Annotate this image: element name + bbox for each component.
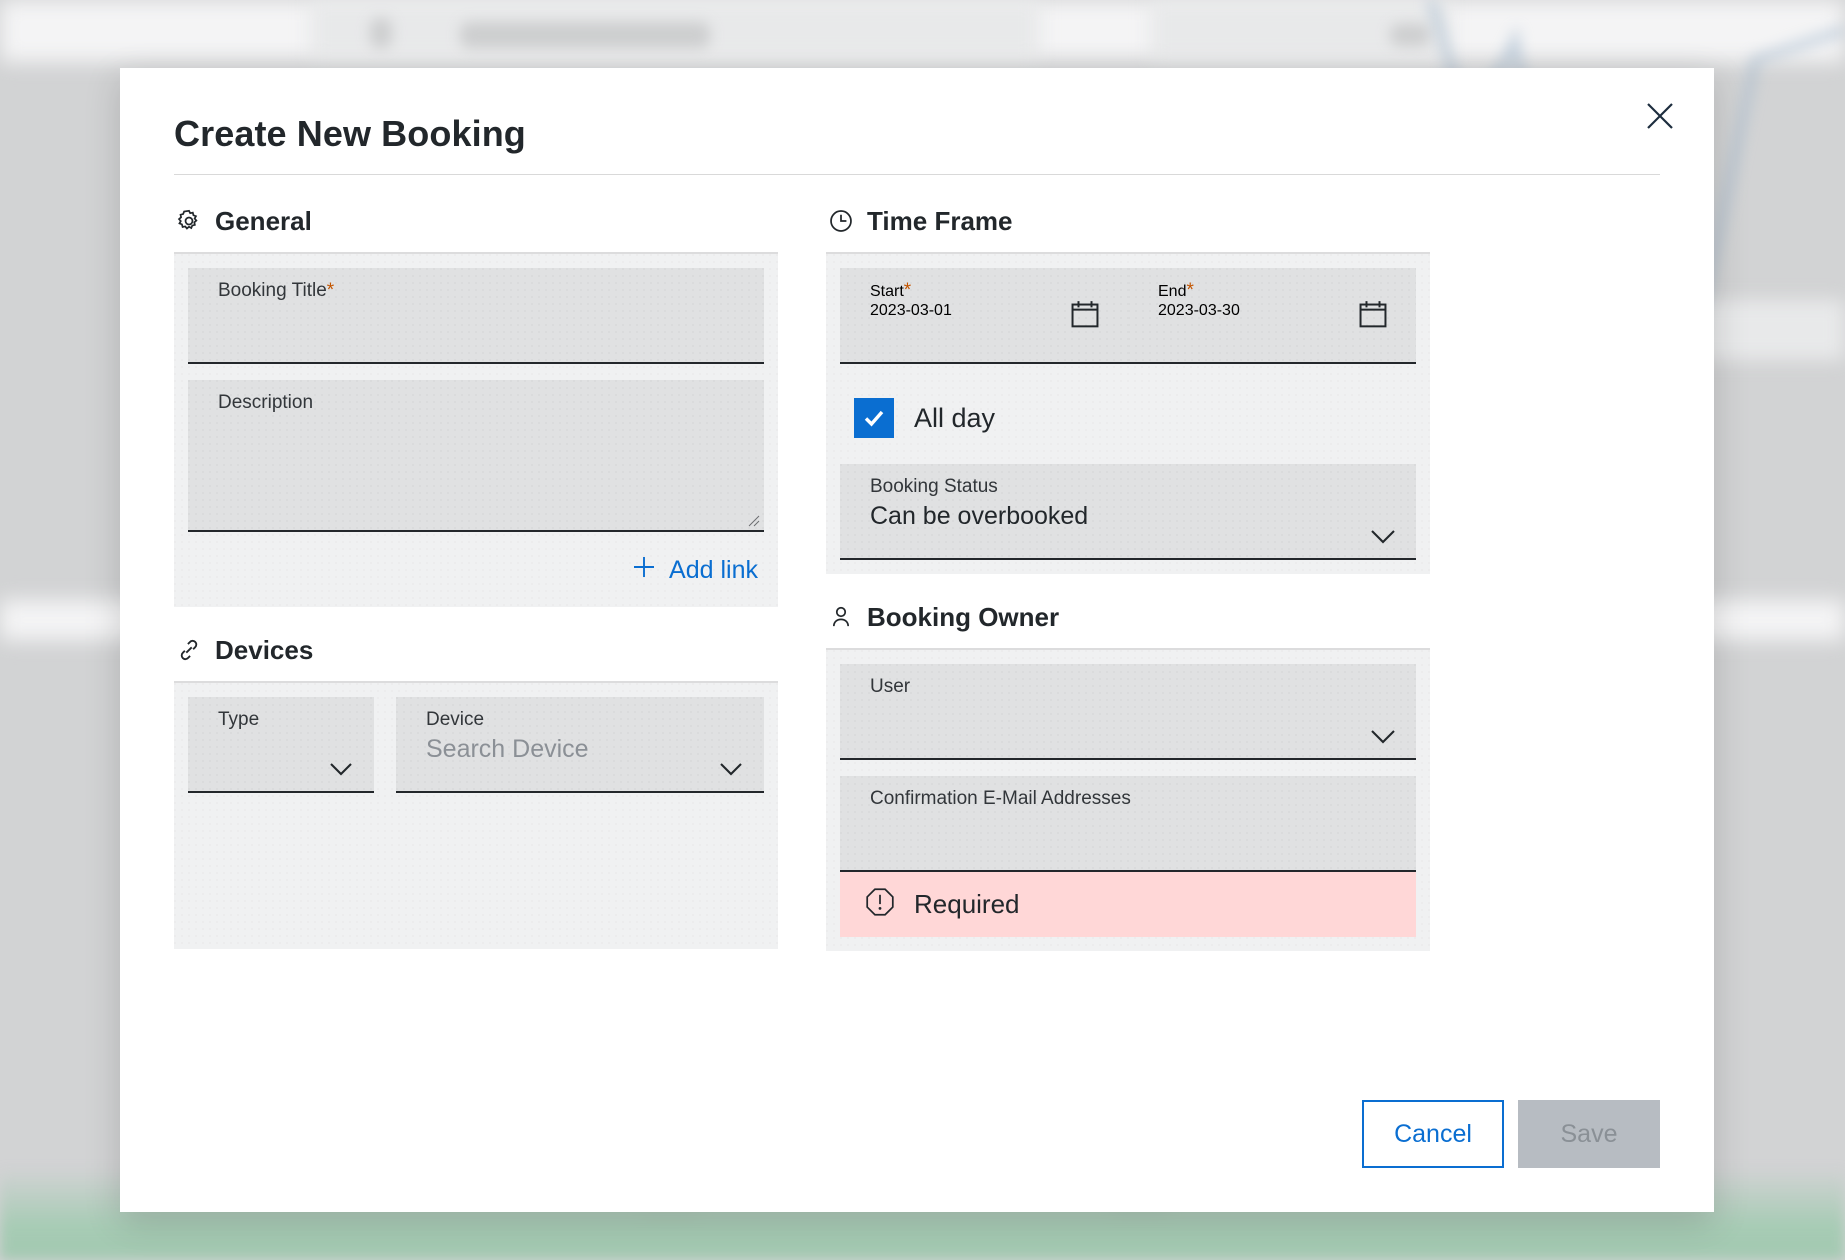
- booking-title-field[interactable]: Booking Title*: [188, 268, 764, 364]
- plus-icon: [631, 554, 657, 587]
- bg-text-blob: [460, 22, 710, 48]
- section-title-booking-owner: Booking Owner: [867, 602, 1059, 633]
- bg-text-blob: [370, 18, 392, 48]
- user-dropdown[interactable]: User: [840, 664, 1416, 760]
- field-spacer: [840, 760, 1416, 776]
- confirmation-email-field[interactable]: Confirmation E-Mail Addresses: [840, 776, 1416, 872]
- add-link-button[interactable]: Add link: [631, 554, 758, 587]
- chevron-down-icon[interactable]: [326, 759, 356, 779]
- section-header-general: General: [174, 190, 778, 252]
- add-link-row: Add link: [188, 532, 764, 593]
- section-title-devices: Devices: [215, 635, 313, 666]
- device-search-input[interactable]: Search Device: [426, 733, 748, 765]
- booking-status-value: Can be overbooked: [870, 500, 1400, 532]
- all-day-label: All day: [914, 403, 995, 434]
- confirmation-email-label: Confirmation E-Mail Addresses: [870, 788, 1400, 810]
- device-label: Device: [426, 709, 748, 731]
- required-asterisk: *: [904, 280, 911, 301]
- validation-error-message: Required: [840, 872, 1416, 937]
- section-header-devices: Devices: [174, 619, 778, 681]
- gear-icon: [176, 208, 202, 234]
- device-type-label: Type: [218, 709, 358, 731]
- all-day-checkbox[interactable]: [854, 398, 894, 438]
- section-header-time-frame: Time Frame: [826, 190, 1430, 252]
- user-label: User: [870, 676, 1400, 698]
- section-title-general: General: [215, 206, 312, 237]
- section-header-booking-owner: Booking Owner: [826, 586, 1430, 648]
- booking-owner-panel: User Confirmation E-Mail Addresses: [826, 648, 1430, 951]
- device-row: Type Device Search Device: [188, 697, 764, 793]
- dialog-body: General Booking Title* Description: [174, 190, 1660, 951]
- resize-grip-icon[interactable]: [748, 514, 760, 526]
- start-date-field[interactable]: Start* 2023-03-01: [840, 268, 1128, 364]
- field-spacer: [188, 364, 764, 380]
- general-panel: Booking Title* Description: [174, 252, 778, 607]
- close-icon[interactable]: [1634, 90, 1686, 142]
- all-day-row[interactable]: All day: [840, 364, 1416, 464]
- required-asterisk: *: [1186, 280, 1193, 301]
- clock-icon: [828, 208, 854, 234]
- chevron-down-icon[interactable]: [1368, 726, 1398, 746]
- right-column: Time Frame Start* 2023-03-01: [826, 190, 1430, 951]
- end-date-field[interactable]: End* 2023-03-30: [1128, 268, 1416, 364]
- dialog-title: Create New Booking: [174, 113, 526, 155]
- booking-status-label: Booking Status: [870, 476, 1400, 498]
- device-type-dropdown[interactable]: Type: [188, 697, 374, 793]
- calendar-icon[interactable]: [1356, 297, 1390, 336]
- chevron-down-icon[interactable]: [1368, 526, 1398, 546]
- title-divider: [174, 174, 1660, 175]
- description-label: Description: [218, 392, 748, 414]
- person-icon: [828, 604, 854, 630]
- cancel-button[interactable]: Cancel: [1362, 1100, 1504, 1168]
- link-icon: [176, 637, 202, 663]
- section-title-time-frame: Time Frame: [867, 206, 1012, 237]
- error-octagon-icon: [864, 886, 896, 923]
- add-link-label: Add link: [669, 556, 758, 585]
- booking-status-dropdown[interactable]: Booking Status Can be overbooked: [840, 464, 1416, 560]
- devices-panel: Type Device Search Device: [174, 681, 778, 949]
- save-button: Save: [1518, 1100, 1660, 1168]
- description-field[interactable]: Description: [188, 380, 764, 532]
- calendar-icon[interactable]: [1068, 297, 1102, 336]
- booking-title-label: Booking Title*: [218, 280, 748, 302]
- error-text: Required: [914, 889, 1020, 920]
- chevron-down-icon[interactable]: [716, 759, 746, 779]
- create-booking-dialog: Create New Booking General Booking Title…: [120, 68, 1714, 1212]
- device-search-field[interactable]: Device Search Device: [396, 697, 764, 793]
- dialog-footer: Cancel Save: [1362, 1100, 1660, 1168]
- required-asterisk: *: [327, 280, 334, 301]
- date-range-row: Start* 2023-03-01: [840, 268, 1416, 364]
- time-frame-panel: Start* 2023-03-01: [826, 252, 1430, 574]
- left-column: General Booking Title* Description: [174, 190, 778, 951]
